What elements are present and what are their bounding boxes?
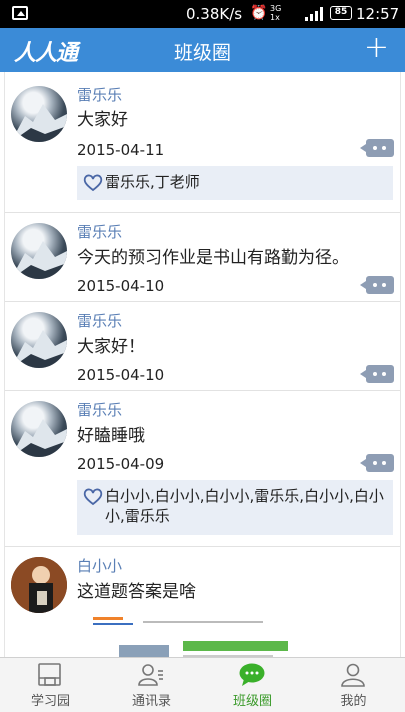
avatar[interactable] (11, 557, 67, 613)
app-header: 人人通 班级圈 + (0, 28, 405, 72)
contacts-icon (138, 664, 163, 686)
comment-button[interactable] (360, 139, 394, 157)
tab-label: 通讯录 (131, 694, 171, 709)
likes-box: 雷乐乐,丁老师 (77, 166, 393, 200)
post-date: 2015-04-10 (77, 366, 165, 384)
post-author[interactable]: 雷乐乐 (77, 221, 122, 242)
alarm-icon: ⏰ (250, 5, 268, 21)
post-date: 2015-04-11 (77, 141, 165, 159)
post-image[interactable] (93, 617, 293, 657)
likes-names: 雷乐乐,丁老师 (105, 173, 200, 191)
post-author[interactable]: 雷乐乐 (77, 84, 122, 105)
tab-study[interactable]: 学习园 (0, 658, 101, 712)
tab-class-circle[interactable]: 班级圈 (202, 658, 303, 712)
comment-button[interactable] (360, 276, 394, 294)
post-author[interactable]: 雷乐乐 (77, 310, 122, 331)
tab-label: 班级圈 (232, 694, 272, 709)
post-text: 大家好 (77, 110, 128, 130)
post-text: 大家好！ (77, 337, 145, 357)
likes-box: 白小小,白小小,白小小,雷乐乐,白小小,白小小,雷乐乐 (77, 480, 393, 535)
tab-label: 学习园 (30, 694, 70, 709)
image-notification-icon (12, 6, 28, 20)
post-item[interactable]: 雷乐乐 今天的预习作业是书山有路勤为径。 2015-04-10 (5, 213, 400, 302)
post-item[interactable]: 白小小 这道题答案是啥 (5, 547, 400, 657)
post-item[interactable]: 雷乐乐 大家好 2015-04-11 雷乐乐,丁老师 (5, 72, 400, 213)
signal-icon (305, 7, 325, 21)
battery-icon: 85 (330, 6, 352, 20)
heart-icon (83, 174, 103, 192)
post-text: 今天的预习作业是书山有路勤为径。 (77, 248, 349, 268)
avatar[interactable] (11, 312, 67, 368)
post-date: 2015-04-09 (77, 455, 165, 473)
likes-names: 白小小,白小小,白小小,雷乐乐,白小小,白小小,雷乐乐 (105, 487, 384, 525)
comment-button[interactable] (360, 365, 394, 383)
avatar[interactable] (11, 223, 67, 279)
post-author[interactable]: 白小小 (77, 555, 122, 576)
network-speed: 0.38K/s (186, 5, 243, 23)
tab-mine[interactable]: 我的 (303, 658, 404, 712)
page-title: 班级圈 (173, 42, 231, 64)
post-author[interactable]: 雷乐乐 (77, 399, 122, 420)
avatar[interactable] (11, 401, 67, 457)
book-icon (38, 663, 61, 686)
post-text: 这道题答案是啥 (77, 582, 196, 602)
comment-button[interactable] (360, 454, 394, 472)
post-text: 好瞌睡哦 (77, 426, 145, 446)
post-item[interactable]: 雷乐乐 大家好！ 2015-04-10 (5, 302, 400, 391)
avatar[interactable] (11, 86, 67, 142)
bottom-tab-bar: 学习园 通讯录 班级圈 我的 (0, 657, 405, 712)
person-icon (341, 663, 365, 687)
chat-bubble-icon (239, 663, 265, 686)
network-type: 3G 1x (270, 4, 282, 22)
post-date: 2015-04-10 (77, 277, 165, 295)
feed-list[interactable]: 雷乐乐 大家好 2015-04-11 雷乐乐,丁老师 雷乐乐 今天的预习作业是书… (4, 72, 401, 657)
clock: 12:57 (356, 5, 400, 23)
tab-label: 我的 (340, 694, 367, 709)
heart-icon (83, 488, 103, 506)
add-post-button[interactable]: + (364, 33, 389, 63)
status-bar: 0.38K/s ⏰ 3G 1x 85 12:57 (0, 0, 405, 28)
post-item[interactable]: 雷乐乐 好瞌睡哦 2015-04-09 白小小,白小小,白小小,雷乐乐,白小小,… (5, 391, 400, 547)
tab-contacts[interactable]: 通讯录 (101, 658, 202, 712)
